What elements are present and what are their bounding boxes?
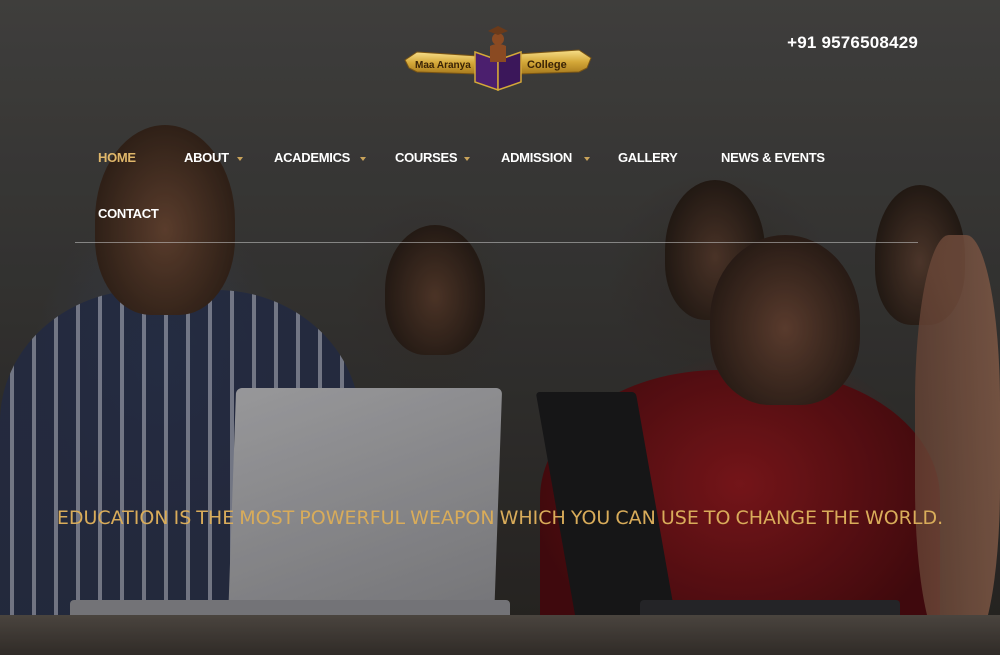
- logo-right-text: College: [527, 59, 567, 71]
- chevron-down-icon[interactable]: [360, 157, 366, 161]
- nav-about[interactable]: ABOUT: [184, 150, 229, 165]
- phone-number[interactable]: +91 9576508429: [787, 33, 918, 53]
- chevron-down-icon[interactable]: [237, 157, 243, 161]
- nav-contact[interactable]: CONTACT: [98, 206, 159, 221]
- nav-courses[interactable]: COURSES: [395, 150, 458, 165]
- chevron-down-icon[interactable]: [584, 157, 590, 161]
- nav-gallery[interactable]: GALLERY: [618, 150, 678, 165]
- nav-news-events[interactable]: NEWS & EVENTS: [721, 150, 825, 165]
- logo-left-text: Maa Aranya: [415, 60, 471, 71]
- hero-quote: EDUCATION IS THE MOST POWERFUL WEAPON WH…: [56, 507, 944, 529]
- nav-admission[interactable]: ADMISSION: [501, 150, 572, 165]
- hero-banner: Maa Aranya College +91 9576508429 HOME A…: [0, 0, 1000, 655]
- nav-academics[interactable]: ACADEMICS: [274, 150, 350, 165]
- chevron-down-icon[interactable]: [464, 157, 470, 161]
- nav-divider: [75, 242, 918, 243]
- hero-overlay: [0, 0, 1000, 655]
- graduate-book-icon: Maa Aranya College: [404, 26, 592, 92]
- college-logo[interactable]: Maa Aranya College: [403, 22, 593, 92]
- nav-home[interactable]: HOME: [98, 150, 136, 165]
